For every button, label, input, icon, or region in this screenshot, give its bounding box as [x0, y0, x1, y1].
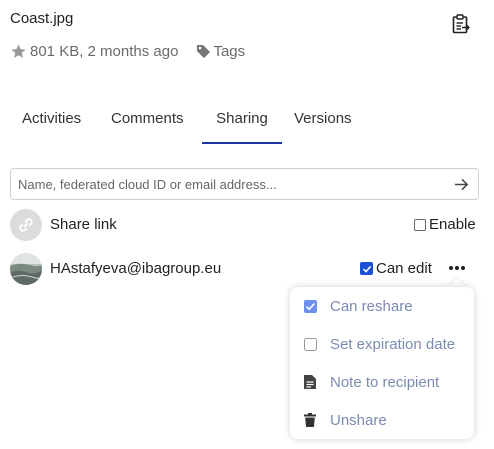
- avatar: [10, 253, 42, 285]
- can-edit-checkbox[interactable]: Can edit: [360, 260, 432, 277]
- tag-icon: [197, 44, 211, 59]
- share-link-label: Share link: [50, 216, 117, 233]
- share-link-avatar: [10, 209, 42, 241]
- tab-comments[interactable]: Comments: [111, 104, 184, 144]
- tab-activities[interactable]: Activities: [22, 104, 81, 144]
- menu-item-label: Note to recipient: [330, 373, 440, 391]
- enable-share-link-checkbox[interactable]: Enable: [414, 216, 476, 233]
- share-search-box: [10, 168, 479, 200]
- menu-item-label: Can reshare: [330, 297, 413, 315]
- tags-button[interactable]: Tags: [196, 43, 245, 60]
- star-icon[interactable]: [10, 43, 27, 60]
- file-name: Coast.jpg: [10, 10, 74, 27]
- arrow-right-icon[interactable]: [453, 176, 470, 193]
- menu-item-label: Set expiration date: [330, 335, 456, 353]
- clipboard-icon[interactable]: [452, 14, 470, 34]
- tab-versions[interactable]: Versions: [294, 104, 352, 144]
- share-search-input[interactable]: [11, 169, 451, 199]
- share-user-email: HAstafyeva@ibagroup.eu: [50, 260, 222, 277]
- menu-item-note-to-recipient[interactable]: Note to recipient: [290, 363, 474, 401]
- file-meta: 801 KB, 2 months ago Tags: [10, 43, 245, 60]
- checkbox-checked-icon: [360, 262, 373, 275]
- trash-icon: [303, 413, 317, 427]
- menu-item-set-expiration-date[interactable]: Set expiration date: [290, 325, 474, 363]
- file-size-modified: 801 KB, 2 months ago: [30, 43, 179, 60]
- menu-item-can-reshare[interactable]: Can reshare: [290, 287, 474, 325]
- tab-sharing[interactable]: Sharing: [202, 104, 282, 144]
- menu-item-unshare[interactable]: Unshare: [290, 401, 474, 439]
- share-actions-menu: Can reshare Set expiration date Note to …: [290, 287, 474, 439]
- more-actions-icon[interactable]: [448, 262, 466, 274]
- checkbox-checked-icon: [303, 299, 317, 313]
- sidebar-tabs: Activities Comments Sharing Versions: [10, 104, 484, 144]
- menu-item-label: Unshare: [330, 411, 387, 429]
- tags-label: Tags: [213, 43, 246, 60]
- can-edit-label: Can edit: [376, 260, 432, 277]
- enable-label: Enable: [429, 216, 476, 233]
- checkbox-empty-icon: [414, 218, 426, 231]
- coast-photo-icon: [10, 253, 42, 285]
- link-icon: [19, 218, 33, 232]
- checkbox-empty-icon: [303, 337, 317, 351]
- note-icon: [303, 375, 317, 389]
